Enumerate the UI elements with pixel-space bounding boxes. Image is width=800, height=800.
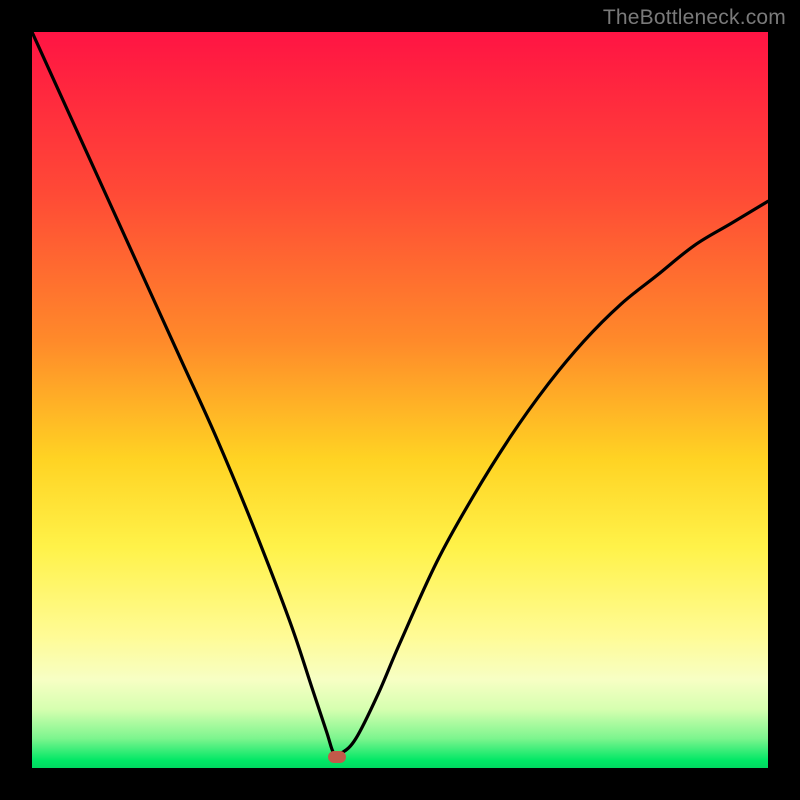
chart-frame: TheBottleneck.com bbox=[0, 0, 800, 800]
plot-area bbox=[32, 32, 768, 768]
watermark-text: TheBottleneck.com bbox=[603, 6, 786, 30]
curve-path bbox=[32, 32, 768, 756]
optimum-marker bbox=[328, 751, 346, 763]
bottleneck-curve bbox=[32, 32, 768, 768]
